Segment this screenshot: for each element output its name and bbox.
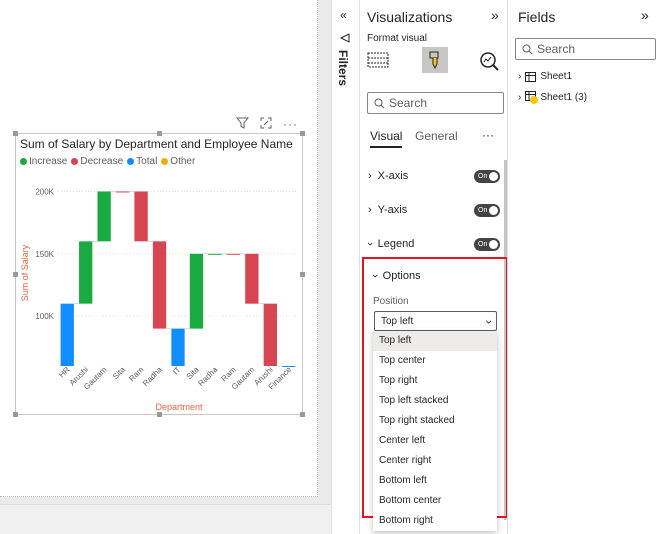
x-tick-label: Radha xyxy=(196,365,219,388)
waterfall-bar xyxy=(263,303,277,366)
y-tick-label: 100K xyxy=(35,312,54,321)
x-tick-label: Sita xyxy=(111,365,128,382)
section-label: Legend xyxy=(377,238,415,250)
format-visual-label: Format visual xyxy=(367,33,428,44)
dropdown-option[interactable]: Top left xyxy=(373,331,497,351)
fields-search-placeholder: Search xyxy=(537,42,576,56)
dropdown-option[interactable]: Top left stacked xyxy=(373,391,497,411)
chevron-down-icon: › xyxy=(363,242,376,246)
visual-header-icons: ··· xyxy=(235,117,298,132)
waterfall-bar xyxy=(226,253,241,255)
collapse-chevron-icon[interactable]: « xyxy=(340,8,347,22)
chevron-right-icon: › xyxy=(368,204,372,216)
tab-visual[interactable]: Visual xyxy=(370,129,403,148)
x-tick-label: Radha xyxy=(141,365,164,388)
dropdown-option[interactable]: Bottom right xyxy=(373,511,497,531)
dropdown-option[interactable]: Center left xyxy=(373,431,497,451)
dropdown-option[interactable]: Top center xyxy=(373,351,497,371)
section-y-axis[interactable]: › Y-axis On xyxy=(368,200,504,220)
expand-chevron-icon[interactable]: » xyxy=(641,7,649,23)
viz-search-placeholder: Search xyxy=(389,96,428,110)
waterfall-bar xyxy=(60,303,74,366)
x-tick-label: IT xyxy=(171,365,182,376)
x-axis-toggle[interactable]: On xyxy=(474,169,500,183)
table-name: Sheet1 (3) xyxy=(540,92,588,103)
section-label: X-axis xyxy=(377,170,409,182)
section-label: Y-axis xyxy=(377,204,408,216)
chevron-right-icon: › xyxy=(368,170,372,182)
dropdown-option[interactable]: Top right stacked xyxy=(373,411,497,431)
fields-pane: Fields » Search › Sheet1 › Sheet1 (3) xyxy=(507,0,660,534)
position-dropdown-list[interactable]: Top left Top center Top right Top left s… xyxy=(373,331,497,531)
fields-title: Fields xyxy=(518,9,556,25)
search-icon xyxy=(374,98,385,108)
dropdown-option[interactable]: Bottom center xyxy=(373,491,497,511)
legend-toggle[interactable]: On xyxy=(474,237,500,251)
filters-pane-collapsed[interactable]: « Filters xyxy=(331,0,359,534)
analytics-magnifier-icon[interactable] xyxy=(478,50,500,75)
filter-icon[interactable] xyxy=(235,117,250,132)
waterfall-visual[interactable]: Sum of Salary by Department and Employee… xyxy=(13,131,305,417)
chevron-right-icon: › xyxy=(518,71,522,82)
waterfall-bar xyxy=(97,191,111,242)
waterfall-bar xyxy=(134,191,148,242)
expand-chevron-icon[interactable]: » xyxy=(491,7,499,23)
x-axis-title: Department xyxy=(155,402,203,412)
fields-well-icon[interactable] xyxy=(367,50,389,73)
section-legend[interactable]: › Legend On xyxy=(364,234,504,254)
waterfall-bar xyxy=(115,191,130,193)
visualizations-title: Visualizations xyxy=(367,9,453,25)
x-tick-label: HR xyxy=(57,365,72,380)
focus-mode-icon[interactable] xyxy=(260,117,272,132)
waterfall-bar xyxy=(79,241,93,304)
viz-search-input[interactable]: Search xyxy=(367,92,504,114)
y-tick-label: 150K xyxy=(35,250,54,259)
filters-label: Filters xyxy=(336,50,350,87)
dropdown-option[interactable]: Bottom left xyxy=(373,471,497,491)
waterfall-bar xyxy=(189,253,204,329)
more-options-icon[interactable]: ··· xyxy=(283,117,298,132)
waterfall-bar xyxy=(152,241,167,329)
check-badge-icon xyxy=(530,96,539,104)
y-tick-label: 200K xyxy=(35,187,54,196)
table-icon xyxy=(525,71,537,82)
waterfall-bar xyxy=(245,253,259,304)
filter-funnel-icon xyxy=(339,32,351,47)
y-axis-toggle[interactable]: On xyxy=(474,203,500,217)
waterfall-bar xyxy=(171,328,185,366)
format-paintbrush-icon[interactable] xyxy=(422,47,448,73)
table-sheet1-3[interactable]: › Sheet1 (3) xyxy=(518,91,587,104)
search-icon xyxy=(522,44,533,54)
dropdown-option[interactable]: Center right xyxy=(373,451,497,471)
tab-general[interactable]: General xyxy=(415,129,458,143)
chevron-right-icon: › xyxy=(518,92,522,103)
y-axis-title: Sum of Salary xyxy=(20,244,30,301)
table-sheet1[interactable]: › Sheet1 xyxy=(518,71,572,82)
table-name: Sheet1 xyxy=(540,71,573,82)
fields-search-input[interactable]: Search xyxy=(515,38,656,60)
tab-more-icon[interactable]: ··· xyxy=(482,128,494,142)
waterfall-bar xyxy=(208,253,222,255)
section-x-axis[interactable]: › X-axis On xyxy=(368,166,504,186)
table-icon-checked xyxy=(525,91,539,104)
chart-plot: 100K150K200KHRArushiGautam Sita RamRadha IT… xyxy=(20,187,298,412)
dropdown-option[interactable]: Top right xyxy=(373,371,497,391)
